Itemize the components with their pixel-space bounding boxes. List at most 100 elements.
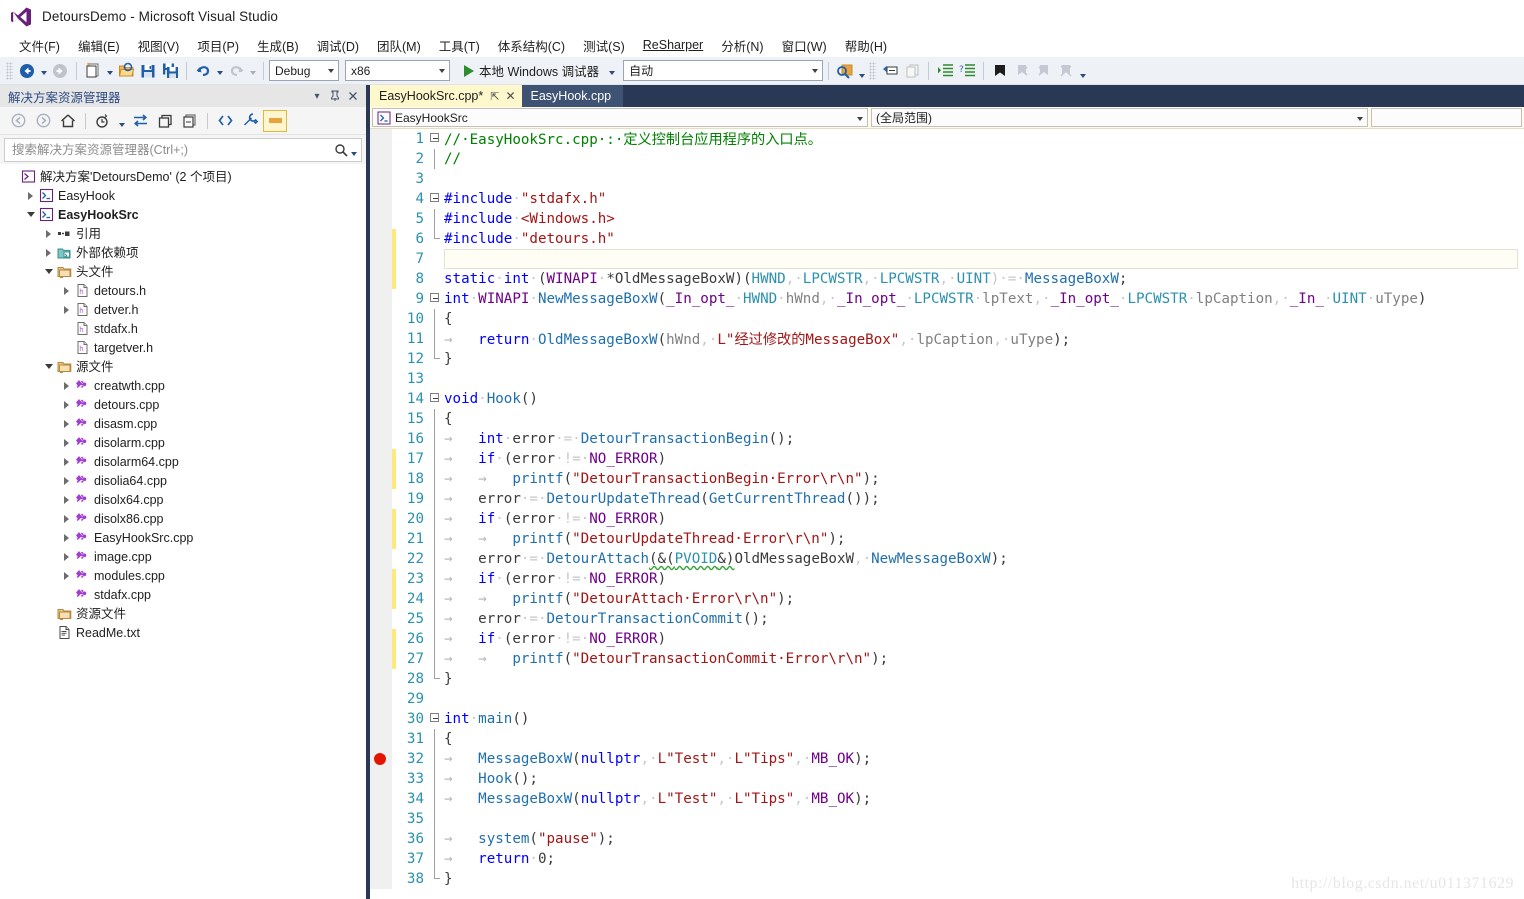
tree-node[interactable]: h stdafx.h xyxy=(0,319,366,338)
chevron-right-icon[interactable] xyxy=(60,550,73,563)
tree-node[interactable]: h detver.h xyxy=(0,300,366,319)
breakpoint-gutter[interactable] xyxy=(370,389,392,409)
navigate-forward-icon[interactable] xyxy=(49,59,71,83)
code-line[interactable]: 15 { xyxy=(370,409,1524,429)
solution-platform-combo[interactable]: x86 xyxy=(345,60,450,81)
breakpoint-gutter[interactable] xyxy=(370,649,392,669)
code-line[interactable]: 25 → error·=·DetourTransactionCommit(); xyxy=(370,609,1524,629)
breakpoint-gutter[interactable] xyxy=(370,189,392,209)
breakpoint-gutter[interactable] xyxy=(370,729,392,749)
breakpoint-gutter[interactable] xyxy=(370,329,392,349)
code-line[interactable]: 33 → Hook(); xyxy=(370,769,1524,789)
pending-changes-dropdown[interactable] xyxy=(116,119,127,127)
breakpoint-gutter[interactable] xyxy=(370,569,392,589)
toolbar-grip[interactable] xyxy=(6,61,13,80)
tree-node[interactable]: EasyHookSrc.cpp xyxy=(0,528,366,547)
tree-node[interactable]: disolx86.cpp xyxy=(0,509,366,528)
code-line[interactable]: 22 → error·=·DetourAttach(&(PVOID&)OldMes… xyxy=(370,549,1524,569)
code-folding-marker[interactable] xyxy=(428,129,444,149)
menu-file[interactable]: 文件(F) xyxy=(10,34,69,57)
pin-icon[interactable] xyxy=(326,87,344,105)
new-project-icon[interactable] xyxy=(82,59,104,83)
chevron-right-icon[interactable] xyxy=(60,512,73,525)
chevron-right-icon[interactable] xyxy=(60,531,73,544)
breakpoint-gutter[interactable] xyxy=(370,529,392,549)
tree-node[interactable]: disasm.cpp xyxy=(0,414,366,433)
open-file-icon[interactable] xyxy=(115,59,137,83)
show-all-files-icon[interactable] xyxy=(213,110,237,132)
next-bookmark-icon[interactable] xyxy=(1033,59,1055,83)
code-line[interactable]: 34 → MessageBoxW(nullptr,·L"Test",·L"Tips… xyxy=(370,789,1524,809)
tree-node[interactable]: 头文件 xyxy=(0,262,366,281)
decrease-indent-icon[interactable]: ? xyxy=(956,59,978,83)
code-line[interactable]: 14 void·Hook() xyxy=(370,389,1524,409)
chevron-right-icon[interactable] xyxy=(60,303,73,316)
code-line[interactable]: 5 #include·<Windows.h> xyxy=(370,209,1524,229)
toolbar-overflow-button[interactable] xyxy=(1077,70,1088,78)
tree-node[interactable]: modules.cpp xyxy=(0,566,366,585)
code-editor[interactable]: 1 //·EasyHookSrc.cpp·:·定义控制台应用程序的入口点。 2 // 3… xyxy=(370,129,1524,899)
chevron-right-icon[interactable] xyxy=(60,474,73,487)
toggle-bookmark-icon[interactable] xyxy=(989,59,1011,83)
chevron-right-icon[interactable] xyxy=(60,417,73,430)
breakpoint-gutter[interactable] xyxy=(370,429,392,449)
save-icon[interactable] xyxy=(137,59,159,83)
code-line[interactable]: 37 → return·0; xyxy=(370,849,1524,869)
menu-debug[interactable]: 调试(D) xyxy=(308,34,368,57)
code-line[interactable]: 10 { xyxy=(370,309,1524,329)
code-line[interactable]: 3 xyxy=(370,169,1524,189)
tree-node[interactable]: 引用 xyxy=(0,224,366,243)
navbar-member-combo[interactable]: (全局范围) xyxy=(871,108,1368,127)
collapse-all-icon[interactable] xyxy=(178,110,202,132)
code-line[interactable]: 23 → if·(error·!=·NO_ERROR) xyxy=(370,569,1524,589)
attach-target-combo[interactable]: 自动 xyxy=(623,60,824,81)
breakpoint-gutter[interactable] xyxy=(370,289,392,309)
breakpoint-gutter[interactable] xyxy=(370,229,392,249)
breakpoint-gutter[interactable] xyxy=(370,489,392,509)
code-line[interactable]: 24 → → printf("DetourAttach·Error\r\n"); xyxy=(370,589,1524,609)
tree-node[interactable]: disolx64.cpp xyxy=(0,490,366,509)
breakpoint-icon[interactable] xyxy=(374,753,386,765)
redo-icon[interactable] xyxy=(225,59,247,83)
chevron-right-icon[interactable] xyxy=(60,455,73,468)
code-line[interactable]: 1 //·EasyHookSrc.cpp·:·定义控制台应用程序的入口点。 xyxy=(370,129,1524,149)
code-line[interactable]: 12} xyxy=(370,349,1524,369)
tree-node[interactable]: disolia64.cpp xyxy=(0,471,366,490)
tree-node[interactable]: h targetver.h xyxy=(0,338,366,357)
code-line[interactable]: 26 → if·(error·!=·NO_ERROR) xyxy=(370,629,1524,649)
tree-node[interactable]: detours.cpp xyxy=(0,395,366,414)
comment-selection-icon[interactable] xyxy=(879,59,901,83)
breakpoint-gutter[interactable] xyxy=(370,549,392,569)
solution-tree[interactable]: 解决方案'DetoursDemo' (2 个项目) EasyHook EasyHoo… xyxy=(0,164,366,899)
code-line[interactable]: 6 #include·"detours.h" xyxy=(370,229,1524,249)
breakpoint-gutter[interactable] xyxy=(370,349,392,369)
refresh-icon[interactable] xyxy=(153,110,177,132)
code-line[interactable]: 8 static·int·(WINAPI·*OldMessageBoxW)(HWN… xyxy=(370,269,1524,289)
breakpoint-gutter[interactable] xyxy=(370,169,392,189)
code-line[interactable]: 4 #include·"stdafx.h" xyxy=(370,189,1524,209)
code-folding-marker[interactable] xyxy=(428,389,444,409)
code-line[interactable]: 36 → system("pause"); xyxy=(370,829,1524,849)
search-input[interactable] xyxy=(10,142,334,158)
code-line[interactable]: 17 → if·(error·!=·NO_ERROR) xyxy=(370,449,1524,469)
breakpoint-gutter[interactable] xyxy=(370,769,392,789)
tree-node[interactable]: 资源文件 xyxy=(0,604,366,623)
chevron-right-icon[interactable] xyxy=(60,398,73,411)
start-debugging-dropdown[interactable] xyxy=(606,67,617,75)
search-options-dropdown[interactable] xyxy=(348,148,359,156)
pending-changes-icon[interactable] xyxy=(91,110,115,132)
chevron-right-icon[interactable] xyxy=(60,569,73,582)
code-folding-marker[interactable] xyxy=(428,289,444,309)
previous-bookmark-icon[interactable] xyxy=(1011,59,1033,83)
menu-project[interactable]: 项目(P) xyxy=(188,34,248,57)
close-icon[interactable] xyxy=(344,87,362,105)
breakpoint-gutter[interactable] xyxy=(370,469,392,489)
code-line[interactable]: 2 // xyxy=(370,149,1524,169)
code-line[interactable]: 11 → return·OldMessageBoxW(hWnd,·L"经过修改的M… xyxy=(370,329,1524,349)
code-line[interactable]: 29 xyxy=(370,689,1524,709)
window-dropdown-icon[interactable]: ▾ xyxy=(308,87,326,105)
chevron-right-icon[interactable] xyxy=(42,246,55,259)
code-line[interactable]: 27 → → printf("DetourTransactionCommit·Er… xyxy=(370,649,1524,669)
code-line[interactable]: 13 xyxy=(370,369,1524,389)
start-debugging-button[interactable]: 本地 Windows 调试器 xyxy=(458,61,623,80)
